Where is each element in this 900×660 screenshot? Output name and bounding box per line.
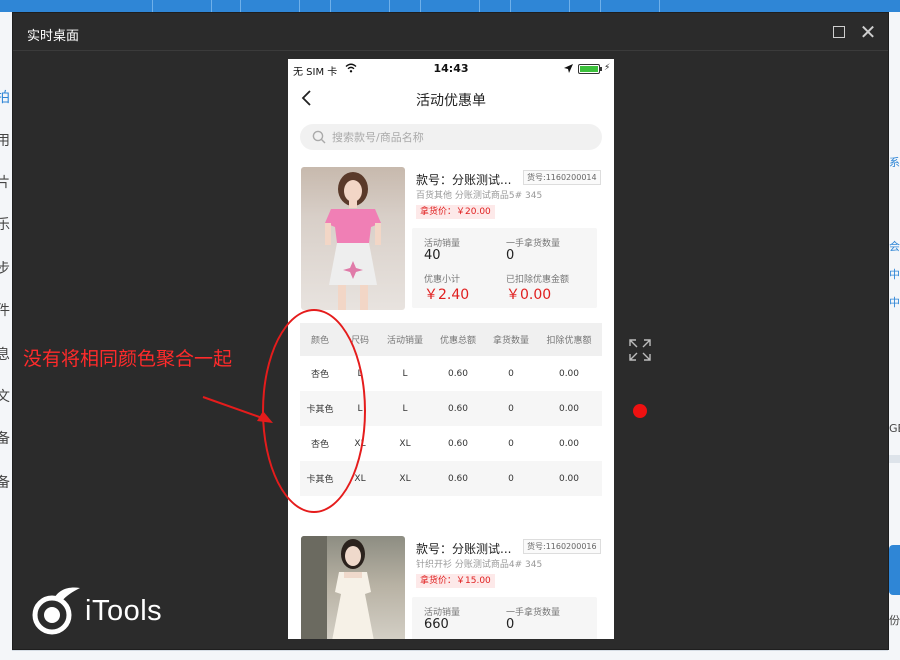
item-stats: 活动销量 40 一手拿货数量 0 优惠小计 ￥2.40 已扣除优惠金额 ￥0.0…: [412, 228, 597, 308]
product-image[interactable]: [301, 167, 405, 310]
first-hand-value: 0: [506, 617, 515, 632]
item-stats: 活动销量 660 一手拿货数量 0: [412, 597, 597, 639]
background-menu-item[interactable]: 步: [0, 258, 12, 278]
deducted-value: ￥0.00: [506, 287, 552, 303]
table-cell: 0.60: [447, 438, 469, 449]
annotation-text: 没有将相同颜色聚合一起: [23, 348, 233, 370]
table-cell: 0.00: [558, 368, 580, 379]
table-cell: 0.60: [447, 368, 469, 379]
table-header-cell: 拿货数量: [492, 336, 529, 346]
background-toolbar-tab[interactable]: [330, 0, 390, 12]
background-menu-item[interactable]: 用: [0, 130, 12, 150]
background-app-toolbar: [0, 0, 900, 12]
background-toolbar-tab[interactable]: [510, 0, 570, 12]
price-tag: 拿货价：￥15.00: [416, 574, 495, 588]
window-titlebar[interactable]: 实时桌面 ✕: [13, 13, 888, 51]
background-menu-item[interactable]: 片: [0, 172, 12, 192]
annotation-circle: [262, 309, 366, 513]
background-menu-item[interactable]: 文: [0, 386, 12, 406]
product-sku: 货号:1160200016: [523, 539, 601, 554]
table-cell: XL: [399, 473, 411, 484]
background-right-link[interactable]: 会: [889, 238, 900, 254]
close-button[interactable]: ✕: [859, 20, 877, 44]
phone-nav-bar: 活动优惠单: [288, 79, 614, 119]
table-cell: L: [402, 368, 408, 379]
background-right-link[interactable]: 中: [889, 294, 900, 310]
search-icon: [312, 130, 326, 144]
battery-tip: [600, 67, 602, 71]
price-tag: 拿货价：￥20.00: [416, 205, 495, 219]
maximize-button[interactable]: [830, 23, 848, 41]
recording-indicator[interactable]: [633, 404, 647, 418]
phone-status-bar: 无 SIM 卡 14:43 ⚡: [288, 59, 614, 79]
product-title[interactable]: 款号：分账测试...: [416, 171, 511, 188]
table-cell: XL: [399, 438, 411, 449]
sales-value: 40: [424, 248, 441, 263]
product-title[interactable]: 款号：分账测试...: [416, 540, 511, 557]
first-hand-value: 0: [506, 248, 515, 263]
table-cell: 0: [508, 368, 514, 379]
close-icon: ✕: [859, 20, 877, 44]
table-cell: 0.00: [558, 473, 580, 484]
background-right-link[interactable]: 系: [889, 154, 900, 170]
table-cell: 0.00: [558, 403, 580, 414]
background-toolbar-tab[interactable]: [152, 0, 212, 12]
discount-subtotal-value: ￥2.40: [424, 287, 470, 303]
maximize-icon: [833, 26, 845, 38]
itools-logo-icon: [32, 587, 80, 635]
sales-value: 660: [424, 617, 449, 632]
background-toolbar-tab[interactable]: [420, 0, 480, 12]
table-header-cell: 扣除优惠额: [546, 336, 592, 346]
product-subtitle: 百货其他 分账测试商品5# 345: [416, 191, 543, 201]
background-menu-item[interactable]: 备: [0, 428, 12, 448]
background-left-menu: 拍 用 片 乐 步 件 息 文 备 备: [0, 12, 12, 660]
table-cell: 0: [508, 403, 514, 414]
background-right-button[interactable]: [889, 545, 900, 595]
background-status-strip: [12, 650, 888, 660]
background-toolbar-tab[interactable]: [240, 0, 300, 12]
table-cell: 0: [508, 473, 514, 484]
window-title: 实时桌面: [27, 29, 80, 44]
table-cell: L: [402, 403, 408, 414]
itools-brand: iTools: [85, 595, 163, 627]
realtime-desktop-window: 实时桌面 ✕ 没有将相同颜色聚合一起 iTools 无 SIM 卡 14:43 …: [12, 12, 889, 650]
product-subtitle: 针织开衫 分账测试商品4# 345: [416, 560, 543, 570]
table-cell: 0.60: [447, 403, 469, 414]
charging-icon: ⚡: [604, 63, 611, 73]
product-sku: 货号:1160200014: [523, 170, 601, 185]
table-header-cell: 优惠总额: [439, 336, 476, 346]
background-backup-text: 份: [889, 614, 900, 627]
product-image[interactable]: [301, 536, 405, 639]
fullscreen-icon[interactable]: [629, 339, 651, 361]
background-menu-item[interactable]: 乐: [0, 214, 12, 234]
background-toolbar-tab[interactable]: [600, 0, 660, 12]
battery-icon: [578, 64, 600, 74]
background-storage-bar: [889, 455, 900, 463]
location-icon: [564, 64, 573, 73]
table-cell: 0.00: [558, 438, 580, 449]
search-input[interactable]: [332, 124, 592, 150]
search-bar[interactable]: [300, 124, 602, 150]
background-menu-item[interactable]: 息: [0, 344, 12, 364]
background-storage-text: GB: [889, 422, 900, 435]
table-header-cell: 活动销量: [386, 336, 423, 346]
table-cell: 0.60: [447, 473, 469, 484]
page-title: 活动优惠单: [416, 93, 486, 109]
background-right-link[interactable]: 中: [889, 266, 900, 282]
table-cell: 0: [508, 438, 514, 449]
background-menu-item[interactable]: 拍: [0, 87, 12, 107]
background-menu-item[interactable]: 备: [0, 472, 12, 492]
background-menu-item[interactable]: 件: [0, 300, 12, 320]
